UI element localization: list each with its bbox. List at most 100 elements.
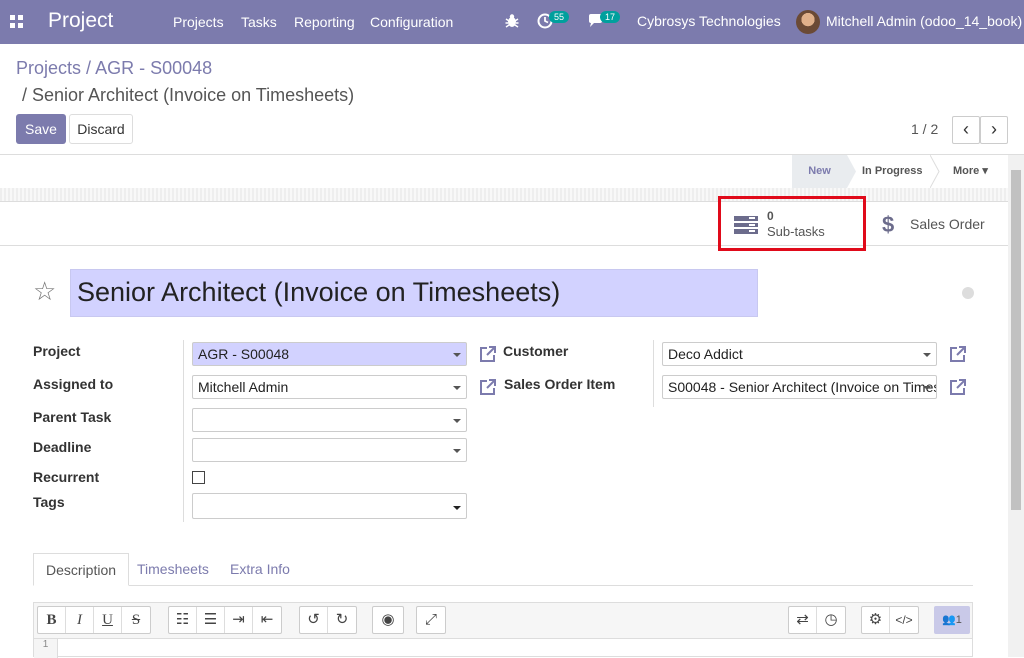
indent-icon[interactable]: ⇥	[225, 607, 253, 633]
debug-icon[interactable]	[505, 13, 519, 29]
parent-task-select[interactable]	[192, 408, 467, 432]
save-button[interactable]: Save	[16, 114, 66, 144]
tags-select[interactable]	[192, 493, 467, 519]
stage-arrow-icon	[847, 155, 856, 188]
sales-order-smart-button[interactable]: $ Sales Order	[866, 202, 996, 246]
exchange-icon[interactable]: ⇄	[789, 607, 817, 633]
app-title[interactable]: Project	[48, 9, 113, 33]
sales-order-item-label: Sales Order Item	[504, 376, 616, 392]
chevron-down-icon	[453, 419, 461, 423]
stage-divider-icon	[930, 155, 940, 188]
followers-count: 1	[955, 614, 962, 626]
highlight-box	[718, 196, 866, 251]
messages-count-badge: 17	[600, 11, 621, 23]
project-value: AGR - S00048	[198, 346, 290, 362]
chevron-down-icon	[923, 386, 931, 390]
history-group: ↺ ↻	[299, 606, 357, 634]
stage-more-dropdown[interactable]: More ▾	[953, 155, 988, 188]
sales-order-label: Sales Order	[910, 216, 985, 232]
outdent-icon[interactable]: ⇤	[253, 607, 281, 633]
sales-order-item-select[interactable]: S00048 - Senior Architect (Invoice on Ti…	[662, 375, 937, 399]
project-label: Project	[33, 343, 81, 359]
activity-count-badge: 55	[549, 11, 570, 23]
discard-button[interactable]: Discard	[69, 114, 133, 144]
tab-description[interactable]: Description	[33, 553, 130, 586]
code-view-icon[interactable]: </>	[890, 607, 918, 633]
control-panel: Projects / AGR - S00048 / Senior Archite…	[0, 45, 1024, 155]
scrollbar-thumb[interactable]	[1011, 170, 1021, 510]
breadcrumb-projects[interactable]: Projects	[16, 58, 81, 78]
project-select[interactable]: AGR - S00048	[192, 342, 467, 366]
field-separator	[183, 340, 184, 522]
chevron-down-icon	[923, 353, 931, 357]
dollar-icon: $	[882, 212, 895, 237]
settings-group: ⚙ </>	[861, 606, 919, 634]
company-switcher[interactable]: Cybrosys Technologies	[637, 13, 781, 29]
pager-previous-button[interactable]: ‹	[952, 116, 980, 144]
menu-projects[interactable]: Projects	[173, 14, 224, 30]
underline-icon[interactable]: U	[94, 607, 122, 633]
pager-value[interactable]: 1 / 2	[911, 121, 938, 137]
font-style-group: B I U S	[37, 606, 151, 634]
chevron-down-icon	[453, 353, 461, 357]
followers-button[interactable]: 👥1	[935, 607, 969, 633]
user-menu[interactable]: Mitchell Admin (odoo_14_book)	[826, 13, 1022, 29]
breadcrumb-parent[interactable]: AGR - S00048	[95, 58, 212, 78]
assigned-label: Assigned to	[33, 376, 114, 392]
tools-group: ⇄ ◷	[788, 606, 846, 634]
chevron-down-icon	[453, 506, 461, 510]
assigned-select[interactable]: Mitchell Admin	[192, 375, 467, 399]
chevron-down-icon	[453, 386, 461, 390]
tab-extra-info[interactable]: Extra Info	[218, 553, 302, 586]
recurrent-label: Recurrent	[33, 469, 100, 485]
chevron-down-icon	[453, 449, 461, 453]
editor-gutter: 1	[34, 639, 58, 658]
chevron-left-icon: ‹	[963, 119, 969, 139]
followers-group: 👥1	[934, 606, 970, 634]
parent-task-label: Parent Task	[33, 409, 112, 425]
top-navbar: Project Projects Tasks Reporting Configu…	[0, 0, 1024, 44]
breadcrumb-separator: /	[86, 58, 92, 78]
deadline-label: Deadline	[33, 439, 92, 455]
eye-slash-icon[interactable]: ◉	[373, 607, 403, 633]
pager-next-button[interactable]: ›	[980, 116, 1008, 144]
gear-icon[interactable]: ⚙	[862, 607, 890, 633]
undo-icon[interactable]: ↺	[300, 607, 328, 633]
favorite-star-icon[interactable]: ☆	[33, 276, 56, 307]
customer-label: Customer	[503, 343, 569, 359]
user-avatar[interactable]	[796, 10, 820, 34]
assigned-value: Mitchell Admin	[198, 379, 289, 395]
description-editor[interactable]: 1	[33, 638, 973, 658]
ordered-list-icon[interactable]: ☷	[169, 607, 197, 633]
field-separator	[653, 340, 654, 407]
deadline-input[interactable]	[192, 438, 467, 462]
external-link-icon[interactable]	[949, 378, 967, 396]
customer-select[interactable]: Deco Addict	[662, 342, 937, 366]
bold-icon[interactable]: B	[38, 607, 66, 633]
menu-reporting[interactable]: Reporting	[294, 14, 355, 30]
external-link-icon[interactable]	[479, 378, 497, 396]
strikethrough-icon[interactable]: S	[122, 607, 150, 633]
task-name-input[interactable]: Senior Architect (Invoice on Timesheets)	[70, 269, 758, 317]
history-clock-icon[interactable]: ◷	[817, 607, 845, 633]
scrollbar[interactable]	[1008, 155, 1024, 657]
kanban-state-icon[interactable]	[962, 287, 974, 299]
external-link-icon[interactable]	[479, 345, 497, 363]
tags-label: Tags	[33, 494, 65, 510]
stage-new[interactable]: New	[792, 155, 847, 188]
sales-order-item-value: S00048 - Senior Architect (Invoice on Ti…	[668, 379, 937, 395]
redo-icon[interactable]: ↻	[328, 607, 356, 633]
external-link-icon[interactable]	[949, 345, 967, 363]
app-menu-icon[interactable]	[10, 15, 23, 28]
chevron-right-icon: ›	[991, 119, 997, 139]
menu-tasks[interactable]: Tasks	[241, 14, 277, 30]
tab-timesheets[interactable]: Timesheets	[125, 553, 221, 586]
menu-configuration[interactable]: Configuration	[370, 14, 453, 30]
fullscreen-group: ⤢	[416, 606, 446, 634]
stage-in-progress[interactable]: In Progress	[862, 155, 923, 188]
italic-icon[interactable]: I	[66, 607, 94, 633]
recurrent-checkbox[interactable]	[192, 471, 205, 484]
breadcrumb-current: / Senior Architect (Invoice on Timesheet…	[22, 85, 355, 105]
expand-icon[interactable]: ⤢	[417, 607, 445, 633]
unordered-list-icon[interactable]: ☰	[197, 607, 225, 633]
